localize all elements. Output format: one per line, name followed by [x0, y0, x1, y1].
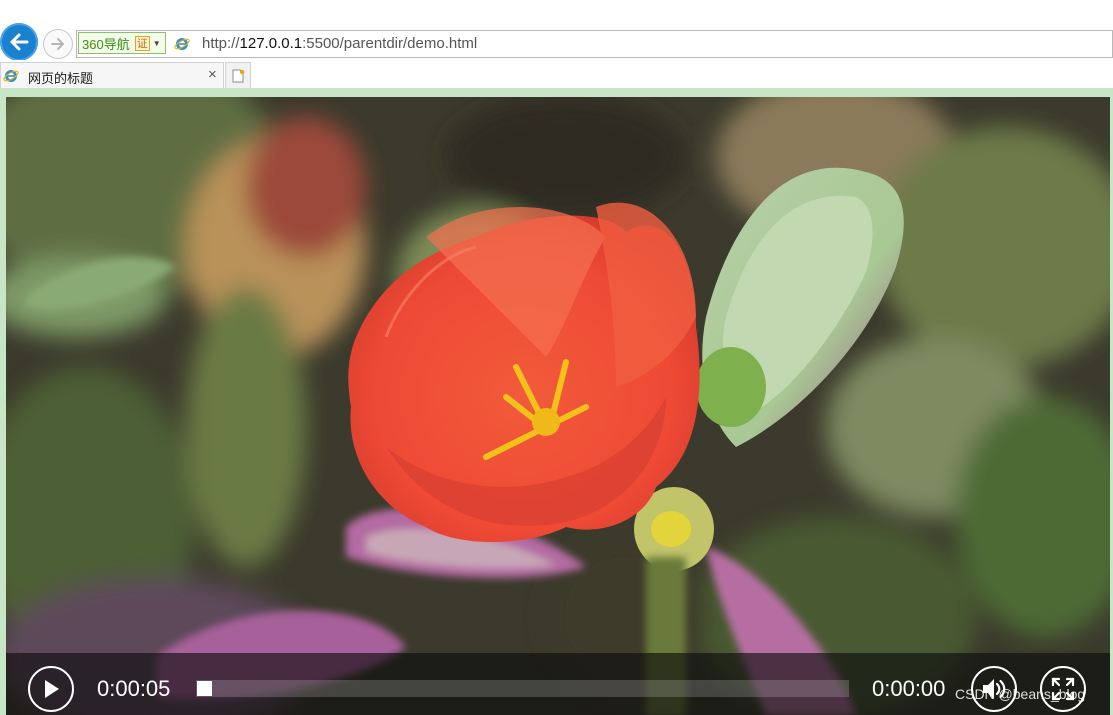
csdn-watermark: CSDN @beans_blog — [955, 686, 1086, 702]
url-host: 127.0.0.1 — [239, 35, 303, 52]
url-prefix: http:// — [202, 35, 240, 52]
current-time: 0:00:05 — [97, 676, 171, 701]
seek-thumb[interactable] — [197, 681, 212, 696]
tab-close-icon[interactable]: × — [208, 66, 217, 83]
page-content: 0:00:05 0:00:00 — [0, 88, 1113, 715]
caret-down-icon[interactable]: ▼ — [153, 39, 161, 48]
duration-time: 0:00:00 — [872, 676, 946, 701]
tab-title: 网页的标题 — [28, 71, 94, 86]
browser-window: 360导航 证 ▼ http://127.0.0.1:5500/parentdi… — [0, 0, 1113, 715]
arrow-right-icon — [51, 38, 64, 50]
ie-page-icon — [174, 38, 190, 50]
forward-button[interactable] — [43, 29, 73, 59]
new-tab-button[interactable] — [225, 62, 251, 88]
arrow-left-icon — [10, 33, 29, 51]
back-button[interactable] — [0, 23, 38, 61]
nav360-dropdown[interactable]: 360导航 证 ▼ — [78, 32, 166, 54]
address-toolbar: 360导航 证 ▼ http://127.0.0.1:5500/parentdi… — [0, 0, 1113, 61]
play-button[interactable] — [28, 666, 74, 712]
url-text[interactable]: http://127.0.0.1:5500/parentdir/demo.htm… — [202, 35, 477, 52]
address-bar[interactable]: 360导航 证 ▼ http://127.0.0.1:5500/parentdi… — [76, 30, 1113, 58]
certificate-icon[interactable]: 证 — [134, 35, 150, 51]
nav360-label: 360导航 — [82, 36, 130, 52]
tab-active[interactable]: 网页的标题 × — [0, 62, 224, 88]
url-path: :5500/parentdir/demo.html — [302, 35, 478, 52]
video-controls: 0:00:05 0:00:00 — [6, 653, 1110, 715]
ie-tab-icon — [3, 70, 19, 82]
video-frame-flower — [6, 97, 1110, 715]
tab-strip: 网页的标题 × — [0, 60, 1113, 89]
new-tab-icon — [232, 69, 245, 82]
seek-bar[interactable] — [196, 680, 849, 697]
video-player[interactable]: 0:00:05 0:00:00 — [6, 97, 1110, 715]
play-icon — [45, 680, 59, 698]
